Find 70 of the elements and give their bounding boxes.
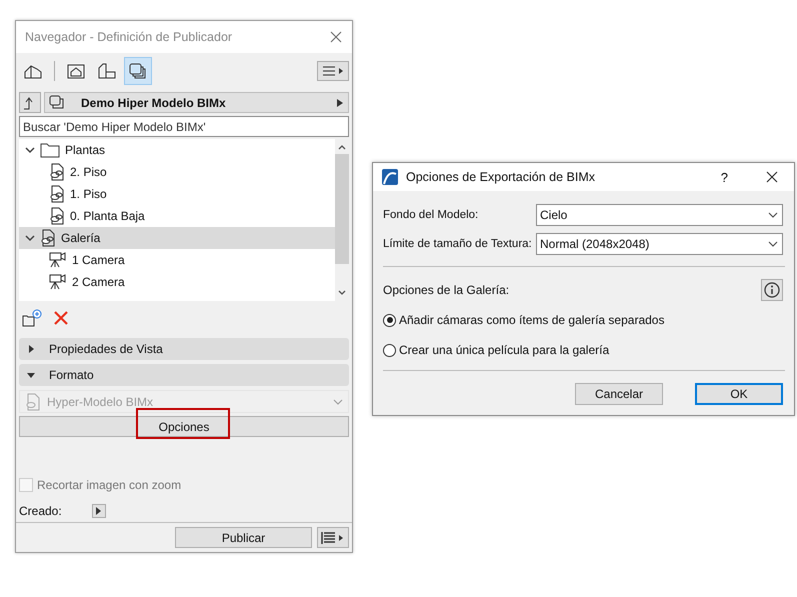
menu-icon xyxy=(322,66,344,76)
expand-button[interactable] xyxy=(92,504,106,518)
section-icon xyxy=(98,63,116,79)
publish-button[interactable]: Publicar xyxy=(175,527,312,548)
camera-icon xyxy=(49,252,67,268)
layers-icon xyxy=(129,63,147,79)
new-folder-icon[interactable] xyxy=(22,309,42,327)
section-header[interactable]: Formato xyxy=(19,364,349,386)
scrollbar[interactable] xyxy=(335,139,349,301)
up-level-button[interactable] xyxy=(19,92,41,113)
triangle-right-icon xyxy=(337,98,343,106)
help-button[interactable]: ? xyxy=(720,170,728,184)
list-menu-button[interactable] xyxy=(317,527,349,548)
menu-button[interactable] xyxy=(317,61,349,81)
folder-icon xyxy=(40,142,60,158)
document-link-icon xyxy=(25,392,41,410)
section-title: Formato xyxy=(49,368,94,382)
tree-item[interactable]: 2. Piso xyxy=(19,161,335,183)
section-header[interactable]: Propiedades de Vista xyxy=(19,338,349,360)
close-icon[interactable] xyxy=(766,171,778,183)
field-label: Límite de tamaño de Textura: xyxy=(383,238,533,250)
checkbox-label: Recortar imagen con zoom xyxy=(37,478,182,492)
radio-button[interactable] xyxy=(383,344,396,356)
chevron-down-icon xyxy=(333,398,343,404)
chevron-down-icon[interactable] xyxy=(25,234,35,242)
view-mode-button[interactable] xyxy=(124,57,152,85)
gallery-options-label: Opciones de la Galería: xyxy=(383,283,510,297)
chevron-up-icon[interactable] xyxy=(338,144,346,150)
document-link-icon xyxy=(49,185,65,203)
info-icon xyxy=(764,282,780,298)
triangle-right-icon xyxy=(27,345,35,353)
dialog-button[interactable]: Cancelar xyxy=(575,383,663,405)
radio-label: Añadir cámaras como ítems de galería separados xyxy=(399,313,664,327)
chevron-down-icon[interactable] xyxy=(25,146,35,154)
list-icon xyxy=(321,532,345,544)
dropdown-field[interactable]: Cielo xyxy=(536,204,783,226)
house-frame-icon xyxy=(67,63,85,79)
scroll-thumb[interactable] xyxy=(335,154,349,264)
dialog-title: Opciones de Exportación de BIMx xyxy=(406,170,596,184)
dialog-button[interactable]: OK xyxy=(695,383,783,405)
created-label: Creado: xyxy=(19,504,62,518)
app-logo-icon xyxy=(382,169,398,185)
search-field[interactable]: Buscar 'Demo Hiper Modelo BIMx' xyxy=(19,116,349,137)
camera-icon xyxy=(49,274,67,290)
dropdown-field[interactable]: Normal (2048x2048) xyxy=(536,233,783,255)
radio-button[interactable] xyxy=(383,314,396,326)
chevron-down-icon xyxy=(768,241,778,247)
field-label: Fondo del Modelo: xyxy=(383,209,480,221)
tree-item[interactable]: Plantas xyxy=(19,139,335,161)
chevron-down-icon[interactable] xyxy=(338,290,346,296)
delete-icon[interactable] xyxy=(54,311,68,325)
tree-item[interactable]: 1 Camera xyxy=(19,249,335,271)
panel-title: Navegador - Definición de Publicador xyxy=(25,30,232,44)
triangle-right-icon xyxy=(96,507,102,515)
tree-item[interactable]: 1. Piso xyxy=(19,183,335,205)
radio-label: Crear una única película para la galería xyxy=(399,343,610,357)
options-button[interactable]: Opciones xyxy=(19,416,349,437)
layers-icon xyxy=(49,95,65,110)
house-icon xyxy=(24,63,42,79)
document-link-icon xyxy=(49,207,65,225)
triangle-down-icon xyxy=(27,371,35,379)
tree-item[interactable]: 0. Planta Baja xyxy=(19,205,335,227)
tree-item[interactable]: Galería xyxy=(19,227,335,249)
section-title: Propiedades de Vista xyxy=(49,342,163,356)
chevron-down-icon xyxy=(768,212,778,218)
info-button[interactable] xyxy=(761,279,783,301)
set-dropdown[interactable]: Demo Hiper Modelo BIMx xyxy=(44,92,349,113)
document-link-icon xyxy=(49,163,65,181)
document-link-icon xyxy=(40,229,56,247)
tree-item[interactable]: 2 Camera xyxy=(19,271,335,293)
